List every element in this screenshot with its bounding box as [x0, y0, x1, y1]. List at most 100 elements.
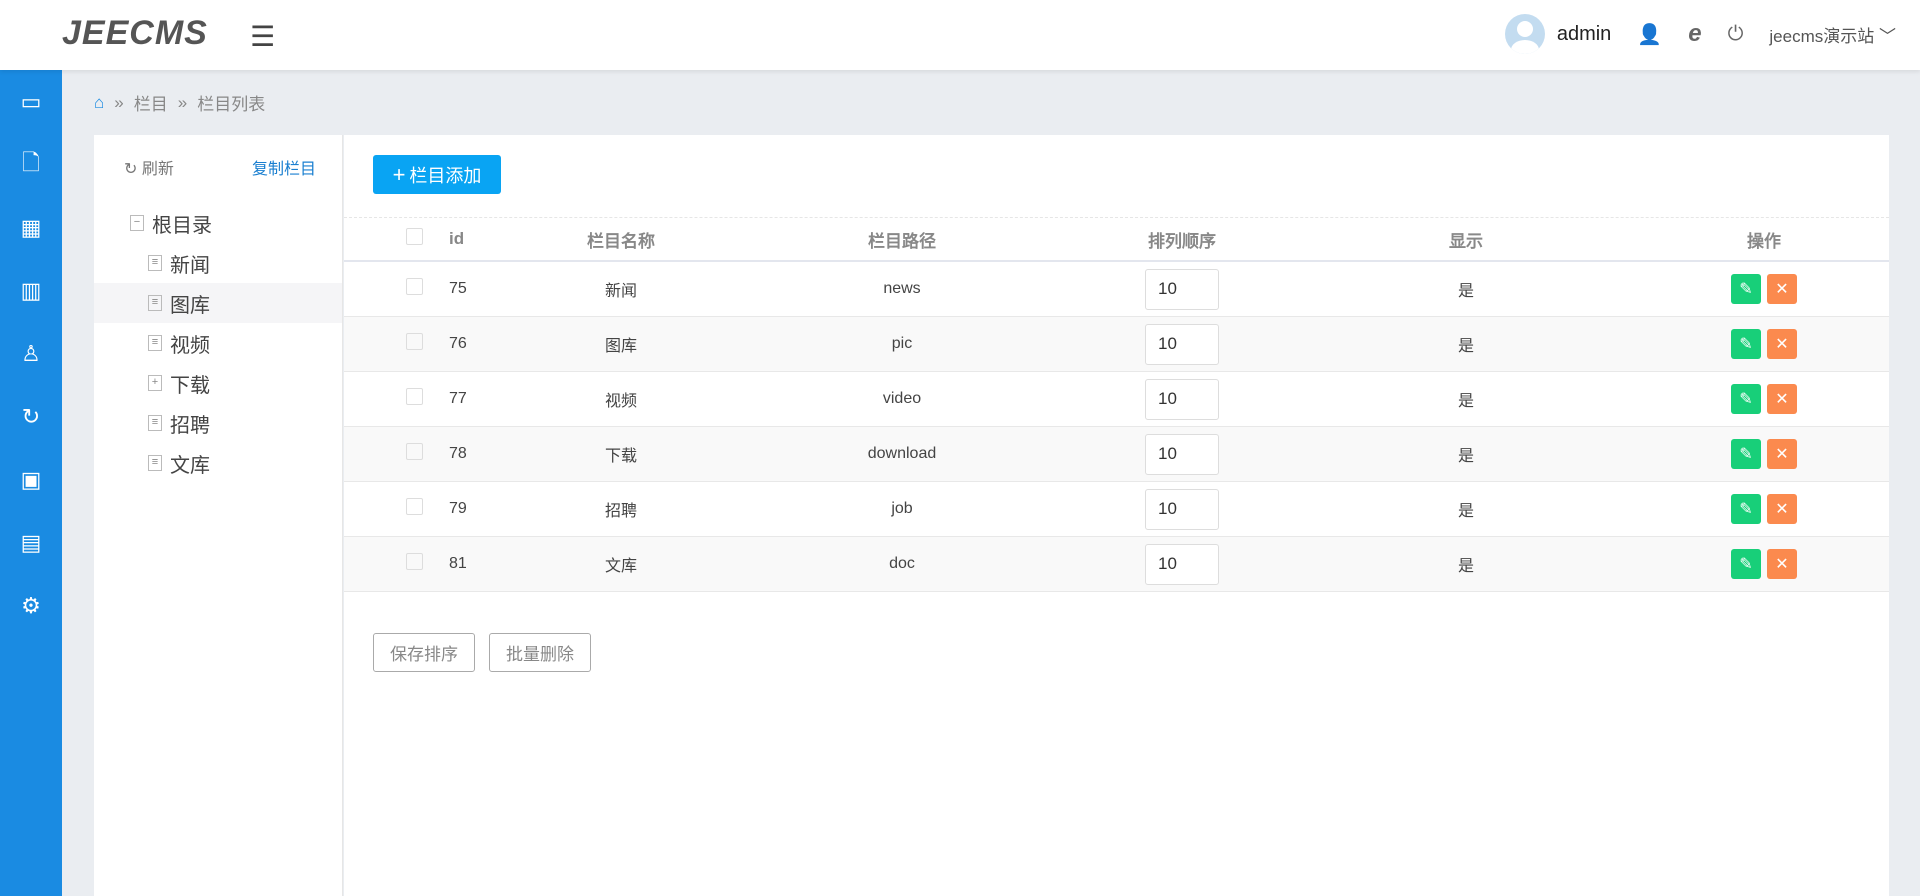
- browser-icon[interactable]: e: [1688, 20, 1701, 48]
- cell-path: doc: [889, 555, 915, 572]
- logo[interactable]: JEECMS: [62, 14, 208, 53]
- user-icon[interactable]: ♙: [0, 322, 62, 385]
- refresh-icon: ↻: [124, 161, 138, 178]
- delete-button[interactable]: ✕: [1767, 274, 1797, 304]
- edit-button[interactable]: ✎: [1731, 329, 1761, 359]
- tree-node[interactable]: + 下载: [94, 363, 342, 403]
- add-category-button[interactable]: + 栏目添加: [373, 155, 501, 194]
- home-icon[interactable]: ⌂: [94, 93, 104, 113]
- table-row: 77 视频 video 是 ✎ ✕: [344, 372, 1889, 427]
- pencil-icon: ✎: [1739, 336, 1753, 353]
- chart-icon[interactable]: ▥: [0, 259, 62, 322]
- row-checkbox[interactable]: [406, 278, 423, 295]
- expand-icon[interactable]: +: [148, 375, 162, 391]
- tree-node-root[interactable]: − 根目录: [94, 203, 342, 243]
- gear-icon[interactable]: ⚙: [0, 574, 62, 637]
- cell-id: 78: [449, 445, 467, 462]
- cell-show: 是: [1457, 448, 1474, 465]
- copy-category-link[interactable]: 复制栏目: [252, 155, 316, 179]
- breadcrumb-item: 栏目列表: [197, 95, 266, 114]
- username[interactable]: admin: [1557, 23, 1611, 46]
- select-all-checkbox[interactable]: [406, 228, 423, 245]
- tree-node[interactable]: ≡ 新闻: [94, 243, 342, 283]
- refresh-circle-icon[interactable]: ↻: [0, 385, 62, 448]
- delete-button[interactable]: ✕: [1767, 549, 1797, 579]
- monitor-icon[interactable]: ▭: [0, 70, 62, 133]
- row-checkbox[interactable]: [406, 498, 423, 515]
- menu-toggle-icon[interactable]: ☰: [250, 20, 275, 53]
- refresh-button[interactable]: ↻ 刷新: [124, 155, 174, 179]
- batch-delete-button[interactable]: 批量删除: [489, 633, 591, 672]
- col-path: 栏目路径: [868, 231, 936, 251]
- box-icon[interactable]: ▣: [0, 448, 62, 511]
- top-header: JEECMS ☰ admin 👤 e ⏻ jeecms演示站 ﹀: [0, 0, 1920, 70]
- widgets-icon[interactable]: ▤: [0, 511, 62, 574]
- order-input[interactable]: [1145, 543, 1219, 585]
- user-edit-icon[interactable]: 👤: [1637, 22, 1662, 47]
- grid-icon[interactable]: ▦: [0, 196, 62, 259]
- delete-button[interactable]: ✕: [1767, 494, 1797, 524]
- edit-button[interactable]: ✎: [1731, 384, 1761, 414]
- cell-id: 75: [449, 280, 467, 297]
- tree-node-label: 视频: [170, 334, 210, 357]
- order-input[interactable]: [1145, 268, 1219, 310]
- cell-id: 77: [449, 390, 467, 407]
- tree-node-label: 根目录: [152, 214, 212, 237]
- save-order-button[interactable]: 保存排序: [373, 633, 475, 672]
- breadcrumb-sep: »: [177, 92, 188, 112]
- cell-name: 新闻: [604, 283, 637, 300]
- order-input[interactable]: [1145, 488, 1219, 530]
- tree-node[interactable]: ≡ 图库: [94, 283, 342, 323]
- row-checkbox[interactable]: [406, 443, 423, 460]
- cell-path: video: [882, 390, 922, 407]
- cell-show: 是: [1457, 558, 1474, 575]
- table-header: id 栏目名称 栏目路径 排列顺序 显示 操作: [344, 218, 1889, 262]
- site-selector[interactable]: jeecms演示站 ﹀: [1769, 22, 1896, 47]
- close-icon: ✕: [1775, 336, 1789, 353]
- order-input[interactable]: [1145, 323, 1219, 365]
- delete-button[interactable]: ✕: [1767, 384, 1797, 414]
- col-name: 栏目名称: [587, 231, 655, 251]
- tree-node[interactable]: ≡ 招聘: [94, 403, 342, 443]
- cell-show: 是: [1457, 393, 1474, 410]
- tree-node[interactable]: ≡ 文库: [94, 443, 342, 483]
- cell-id: 79: [449, 500, 467, 517]
- cell-show: 是: [1457, 338, 1474, 355]
- file-icon: ≡: [148, 455, 162, 471]
- edit-button[interactable]: ✎: [1731, 549, 1761, 579]
- tree-node[interactable]: ≡ 视频: [94, 323, 342, 363]
- file-icon: ≡: [148, 415, 162, 431]
- main-panel: + 栏目添加 id 栏目名称 栏目路径 排列顺序 显示 操作 75 新闻 news…: [344, 135, 1889, 896]
- collapse-icon[interactable]: −: [130, 215, 144, 231]
- edit-button[interactable]: ✎: [1731, 494, 1761, 524]
- tree-node-label: 图库: [170, 294, 210, 317]
- cell-name: 下载: [604, 448, 637, 465]
- tree-node-label: 下载: [170, 374, 210, 397]
- close-icon: ✕: [1775, 281, 1789, 298]
- power-icon[interactable]: ⏻: [1728, 23, 1744, 46]
- category-table: id 栏目名称 栏目路径 排列顺序 显示 操作 75 新闻 news 是 ✎✕ …: [344, 217, 1889, 592]
- chevron-down-icon: ﹀: [1879, 26, 1896, 46]
- avatar[interactable]: [1504, 14, 1545, 54]
- breadcrumb: ⌂ » 栏目 » 栏目列表: [94, 90, 265, 115]
- table-row: 75 新闻 news 是 ✎ ✕: [344, 262, 1889, 317]
- order-input[interactable]: [1145, 433, 1219, 475]
- order-input[interactable]: [1145, 378, 1219, 420]
- edit-button[interactable]: ✎: [1731, 439, 1761, 469]
- cell-path: download: [867, 445, 937, 462]
- row-checkbox[interactable]: [406, 333, 423, 350]
- delete-button[interactable]: ✕: [1767, 439, 1797, 469]
- row-checkbox[interactable]: [406, 553, 423, 570]
- edit-button[interactable]: ✎: [1731, 274, 1761, 304]
- breadcrumb-item[interactable]: 栏目: [134, 90, 168, 115]
- col-actions: 操作: [1747, 231, 1781, 251]
- table-row: 78 下载 download 是 ✎ ✕: [344, 427, 1889, 482]
- row-checkbox[interactable]: [406, 388, 423, 405]
- col-order: 排列顺序: [1148, 231, 1216, 251]
- document-icon[interactable]: 🗋: [0, 133, 62, 196]
- delete-button[interactable]: ✕: [1767, 329, 1797, 359]
- cell-show: 是: [1457, 283, 1474, 300]
- plus-icon: +: [392, 161, 406, 187]
- sidebar: ▭ 🗋 ▦ ▥ ♙ ↻ ▣ ▤ ⚙: [0, 70, 62, 896]
- pencil-icon: ✎: [1739, 556, 1753, 573]
